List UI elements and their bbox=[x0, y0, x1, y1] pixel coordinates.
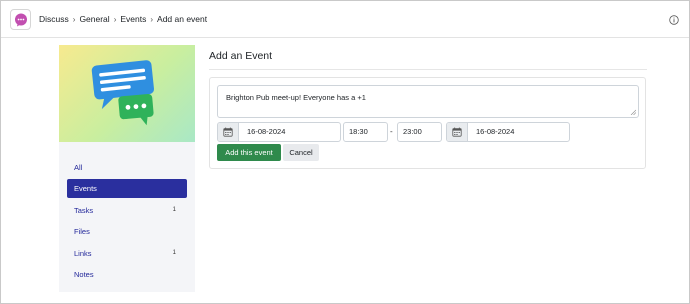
end-date-field[interactable]: 16-08-2024 bbox=[446, 122, 570, 142]
resize-handle-icon[interactable] bbox=[630, 109, 636, 115]
breadcrumb-separator: › bbox=[150, 14, 154, 24]
end-date-input[interactable]: 16-08-2024 bbox=[468, 123, 569, 141]
start-date-input[interactable]: 16-08-2024 bbox=[239, 123, 340, 141]
sidebar-item-count: 1 bbox=[172, 206, 176, 213]
event-description-value: Brighton Pub meet-up! Everyone has a +1 bbox=[226, 93, 366, 102]
page-title: Add an Event bbox=[209, 50, 273, 62]
end-time-input[interactable]: 23:00 bbox=[397, 122, 442, 142]
hero-illustration bbox=[59, 45, 195, 142]
sidebar-item-label: Files bbox=[74, 227, 90, 237]
sidebar-item-links[interactable]: Links 1 bbox=[67, 244, 187, 263]
breadcrumb-separator: › bbox=[72, 14, 76, 24]
sidebar-item-label: Notes bbox=[74, 269, 94, 279]
sidebar-item-count: 1 bbox=[172, 249, 176, 256]
end-date-picker-button[interactable] bbox=[447, 123, 468, 141]
sidebar-item-label: Tasks bbox=[74, 205, 94, 215]
breadcrumb-discuss[interactable]: Discuss bbox=[39, 14, 69, 24]
breadcrumb-events[interactable]: Events bbox=[120, 14, 146, 24]
sidebar-item-files[interactable]: Files bbox=[67, 222, 187, 241]
sidebar-item-label: Events bbox=[74, 184, 97, 194]
calendar-icon bbox=[223, 127, 233, 137]
start-date-picker-button[interactable] bbox=[218, 123, 239, 141]
breadcrumb-separator: › bbox=[113, 14, 117, 24]
cancel-button[interactable]: Cancel bbox=[283, 144, 319, 161]
info-circle-icon[interactable] bbox=[669, 15, 679, 25]
sidebar-item-label: Links bbox=[74, 248, 92, 258]
breadcrumb: Discuss › General › Events › Add an even… bbox=[39, 14, 207, 24]
app-window: Discuss › General › Events › Add an even… bbox=[0, 0, 690, 304]
top-bar: Discuss › General › Events › Add an even… bbox=[1, 1, 689, 38]
divider bbox=[209, 69, 647, 70]
chat-messages-illustration bbox=[91, 60, 155, 126]
chat-bubble-icon bbox=[14, 13, 27, 26]
event-description-textarea[interactable]: Brighton Pub meet-up! Everyone has a +1 bbox=[217, 85, 639, 118]
start-time-input[interactable]: 18:30 bbox=[343, 122, 388, 142]
calendar-icon bbox=[452, 127, 462, 137]
add-event-button[interactable]: Add this event bbox=[217, 144, 281, 161]
sidebar-item-notes[interactable]: Notes bbox=[67, 265, 187, 284]
sidebar-item-tasks[interactable]: Tasks 1 bbox=[67, 201, 187, 220]
breadcrumb-current: Add an event bbox=[157, 14, 208, 24]
sidebar-nav: All Events Tasks 1 Files Links 1 Notes bbox=[59, 142, 195, 292]
start-date-field[interactable]: 16-08-2024 bbox=[217, 122, 341, 142]
time-range-separator: - bbox=[390, 127, 393, 136]
sidebar-item-label: All bbox=[74, 163, 83, 172]
sidebar-item-all[interactable]: All bbox=[67, 158, 187, 177]
breadcrumb-general[interactable]: General bbox=[79, 14, 109, 24]
app-logo[interactable] bbox=[10, 9, 31, 30]
sidebar-item-events[interactable]: Events bbox=[67, 179, 187, 199]
